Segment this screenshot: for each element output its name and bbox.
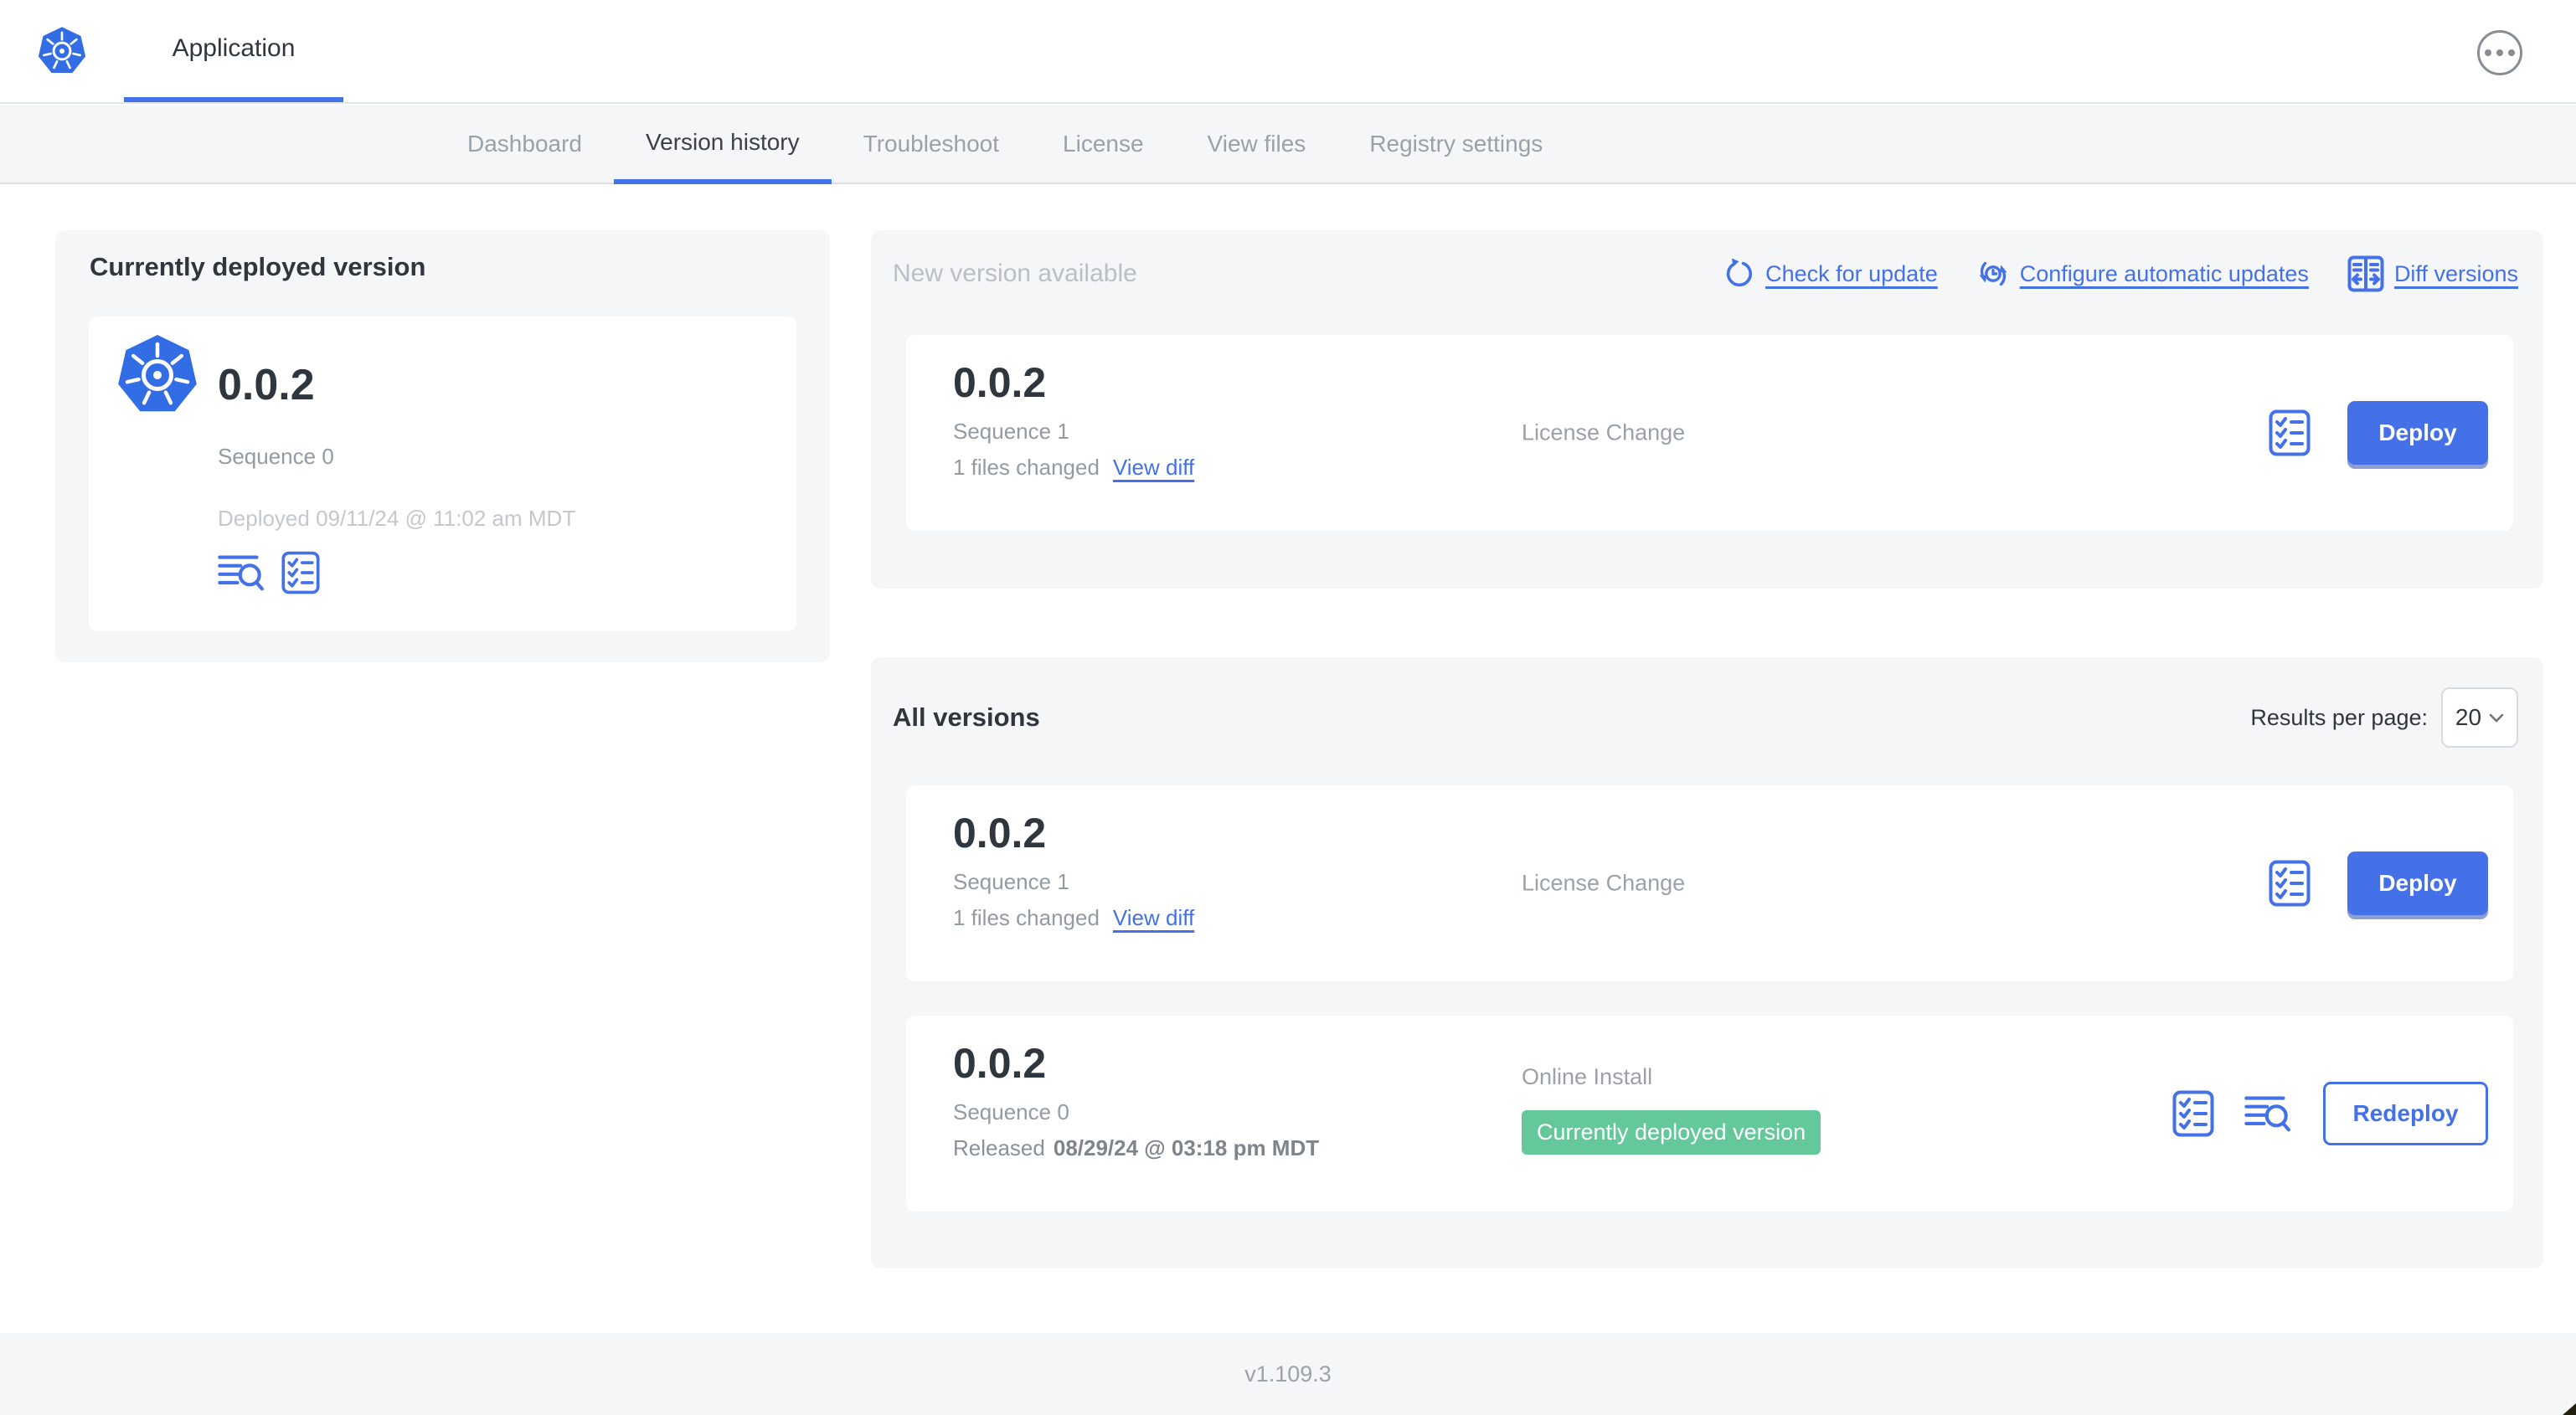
tab-troubleshoot[interactable]: Troubleshoot bbox=[832, 105, 1031, 183]
ellipsis-icon bbox=[2485, 49, 2491, 56]
all-versions-title: All versions bbox=[893, 702, 1040, 732]
app-header: Application bbox=[0, 0, 2576, 104]
tab-dashboard[interactable]: Dashboard bbox=[435, 105, 614, 183]
install-type-label: Online Install bbox=[1522, 1064, 1653, 1089]
tab-license[interactable]: License bbox=[1031, 105, 1176, 183]
version-row: 0.0.2 Sequence 0 Released 08/29/24 @ 03:… bbox=[906, 1016, 2513, 1212]
tab-registry-settings[interactable]: Registry settings bbox=[1337, 105, 1574, 183]
currently-deployed-card: 0.0.2 Sequence 0 Deployed 09/11/24 @ 11:… bbox=[89, 316, 796, 631]
kubernetes-app-icon bbox=[116, 330, 199, 420]
currently-deployed-panel: Currently deployed version 0.0.2 Sequenc… bbox=[55, 230, 830, 662]
deploy-button[interactable]: Deploy bbox=[2347, 852, 2488, 915]
app-footer: v1.109.3 bbox=[0, 1333, 2576, 1415]
version-number: 0.0.2 bbox=[953, 359, 1047, 406]
new-version-panel: New version available Check for update C… bbox=[871, 230, 2543, 589]
version-row: 0.0.2 Sequence 1 1 files changed View di… bbox=[906, 785, 2513, 981]
release-notes-button[interactable] bbox=[2172, 1090, 2214, 1137]
app-tab-label: Application bbox=[172, 34, 296, 62]
logs-icon bbox=[2244, 1094, 2293, 1133]
files-changed-label: 1 files changed bbox=[953, 455, 1100, 480]
release-notes-icon bbox=[281, 551, 320, 594]
new-version-title: New version available bbox=[893, 260, 1137, 287]
view-logs-button[interactable] bbox=[218, 553, 266, 592]
sequence-label: Sequence 1 bbox=[953, 419, 1069, 444]
refresh-icon bbox=[1726, 258, 1753, 287]
release-notes-icon bbox=[2269, 860, 2311, 907]
check-for-update-link[interactable]: Check for update bbox=[1723, 258, 1938, 290]
configure-automatic-updates-link[interactable]: Configure automatic updates bbox=[1976, 257, 2309, 291]
logs-icon bbox=[218, 553, 266, 592]
tab-version-history[interactable]: Version history bbox=[613, 105, 832, 184]
deployed-sequence-label: Sequence 0 bbox=[218, 444, 334, 469]
new-version-card: 0.0.2 Sequence 1 1 files changed View di… bbox=[906, 335, 2513, 531]
view-diff-link[interactable]: View diff bbox=[1113, 905, 1194, 931]
results-per-page-label: Results per page: bbox=[2250, 704, 2428, 730]
release-notes-icon bbox=[2172, 1090, 2214, 1137]
results-per-page-value: 20 bbox=[2455, 704, 2482, 730]
release-notes-button[interactable] bbox=[2269, 860, 2311, 907]
tab-view-files[interactable]: View files bbox=[1176, 105, 1338, 183]
diff-versions-link[interactable]: Diff versions bbox=[2347, 255, 2518, 292]
released-timestamp: Released 08/29/24 @ 03:18 pm MDT bbox=[953, 1135, 1320, 1160]
diff-icon bbox=[2347, 255, 2384, 292]
deployed-timestamp: Deployed 09/11/24 @ 11:02 am MDT bbox=[218, 506, 576, 531]
app-tab-application[interactable]: Application bbox=[124, 0, 343, 102]
sequence-label: Sequence 0 bbox=[953, 1099, 1069, 1124]
secondary-nav: Dashboard Version history Troubleshoot L… bbox=[0, 105, 2576, 184]
release-notes-button[interactable] bbox=[2269, 409, 2311, 456]
deploy-button[interactable]: Deploy bbox=[2347, 401, 2488, 465]
version-number: 0.0.2 bbox=[953, 1040, 1047, 1087]
clock-refresh-icon bbox=[1977, 261, 2008, 286]
change-type-label: License Change bbox=[1522, 870, 1686, 896]
view-diff-link[interactable]: View diff bbox=[1113, 455, 1194, 481]
all-versions-panel: All versions Results per page: 20 0.0.2 … bbox=[871, 657, 2543, 1268]
view-logs-button[interactable] bbox=[2244, 1094, 2293, 1133]
release-notes-button[interactable] bbox=[281, 551, 320, 594]
results-per-page-select[interactable]: 20 bbox=[2441, 687, 2518, 748]
change-type-label: License Change bbox=[1522, 419, 1686, 445]
kubernetes-logo-icon bbox=[37, 23, 87, 79]
chevron-down-icon bbox=[2489, 713, 2504, 722]
footer-version: v1.109.3 bbox=[1244, 1361, 1332, 1387]
files-changed-label: 1 files changed bbox=[953, 905, 1100, 930]
deployed-version-number: 0.0.2 bbox=[218, 361, 315, 409]
currently-deployed-badge: Currently deployed version bbox=[1522, 1110, 1821, 1155]
version-number: 0.0.2 bbox=[953, 810, 1047, 857]
release-notes-icon bbox=[2269, 409, 2311, 456]
cursor-artifact bbox=[2563, 1403, 2576, 1415]
redeploy-button[interactable]: Redeploy bbox=[2323, 1082, 2488, 1145]
sequence-label: Sequence 1 bbox=[953, 869, 1069, 894]
more-options-button[interactable] bbox=[2477, 30, 2522, 75]
currently-deployed-title: Currently deployed version bbox=[90, 252, 426, 281]
